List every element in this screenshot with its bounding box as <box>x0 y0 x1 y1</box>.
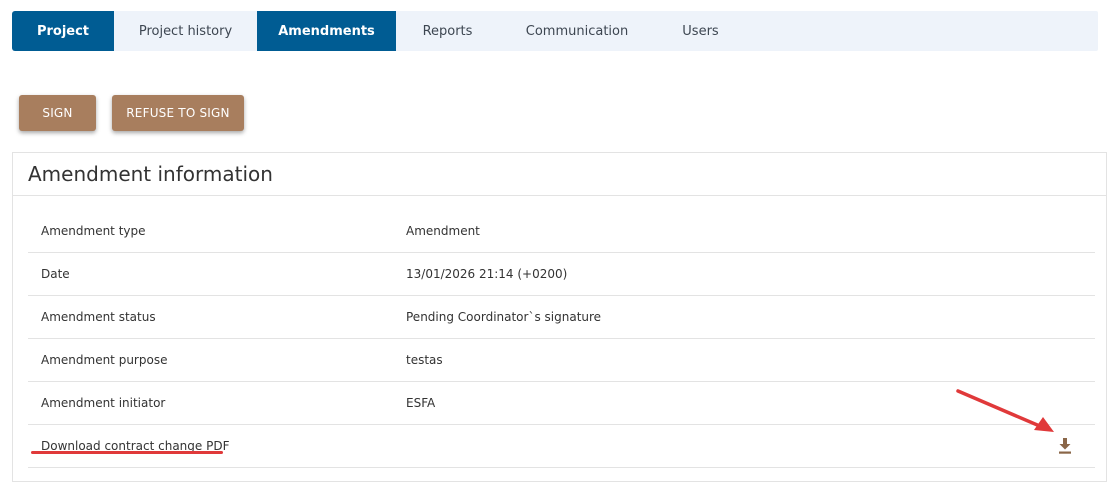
tab-communication[interactable]: Communication <box>499 11 655 51</box>
sign-button[interactable]: SIGN <box>19 95 96 131</box>
row-label: Amendment purpose <box>41 352 168 367</box>
table-row: Amendment type Amendment <box>28 210 1095 253</box>
row-value: testas <box>406 352 443 367</box>
tab-project-history[interactable]: Project history <box>114 11 257 51</box>
panel-title: Amendment information <box>13 153 1106 196</box>
download-pdf-label: Download contract change PDF <box>41 438 230 453</box>
tab-bar: Project Project history Amendments Repor… <box>12 11 1098 51</box>
row-label: Amendment type <box>41 223 146 238</box>
row-label: Date <box>41 266 70 281</box>
tab-amendments[interactable]: Amendments <box>257 11 396 51</box>
table-row: Date 13/01/2026 21:14 (+0200) <box>28 253 1095 296</box>
table-row: Amendment initiator ESFA <box>28 382 1095 425</box>
annotation-underline <box>31 451 223 454</box>
refuse-to-sign-button[interactable]: REFUSE TO SIGN <box>112 95 244 131</box>
tab-reports[interactable]: Reports <box>396 11 499 51</box>
row-value: ESFA <box>406 395 436 410</box>
tab-users[interactable]: Users <box>655 11 746 51</box>
row-label: Amendment status <box>41 309 156 324</box>
row-label: Amendment initiator <box>41 395 166 410</box>
amendment-info-panel: Amendment information Amendment type Ame… <box>12 152 1107 482</box>
row-value: Pending Coordinator`s signature <box>406 309 602 324</box>
annotation-arrow-icon <box>956 389 1054 432</box>
table-row: Amendment status Pending Coordinator`s s… <box>28 296 1095 339</box>
info-table: Amendment type Amendment Date 13/01/2026… <box>28 210 1095 468</box>
row-value: Amendment <box>406 223 480 238</box>
table-row: Amendment purpose testas <box>28 339 1095 382</box>
tab-project[interactable]: Project <box>12 11 114 51</box>
row-value: 13/01/2026 21:14 (+0200) <box>406 266 568 281</box>
table-row-download: Download contract change PDF <box>28 425 1095 468</box>
